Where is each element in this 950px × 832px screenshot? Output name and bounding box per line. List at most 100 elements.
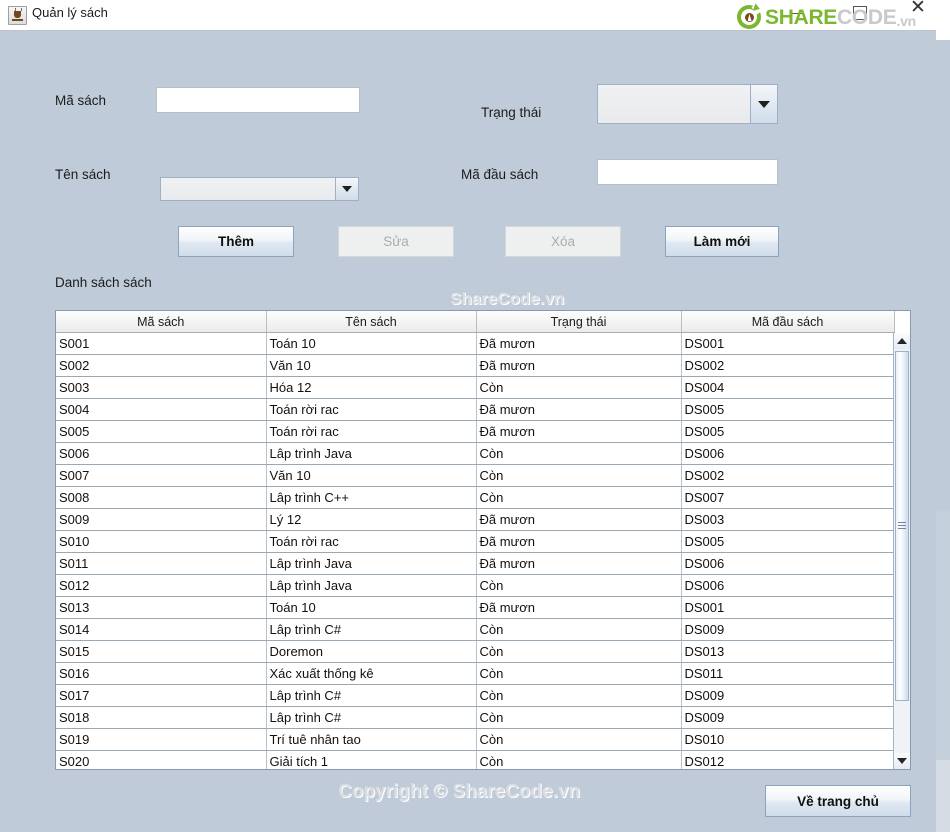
table-cell[interactable]: S012 (56, 574, 267, 597)
column-header-trang-thai[interactable]: Trạng thái (476, 311, 682, 333)
ma-dau-sach-input-wrap[interactable] (597, 159, 778, 185)
table-cell[interactable]: Văn 10 (266, 354, 477, 377)
table-row[interactable]: S018 Lâp trình C# Còn DS009 (56, 706, 895, 729)
table-cell[interactable]: S007 (56, 464, 267, 487)
them-button[interactable]: Thêm (178, 226, 294, 257)
column-header-ma-sach[interactable]: Mã sách (56, 311, 267, 333)
table-cell[interactable]: Còn (476, 640, 682, 663)
table-cell[interactable]: Lâp trình Java (266, 442, 477, 465)
book-table[interactable]: Mã sách Tên sách Trạng thái Mã đầu sách … (55, 310, 911, 770)
table-cell[interactable]: DS002 (681, 354, 895, 377)
table-cell[interactable]: Văn 10 (266, 464, 477, 487)
ten-sach-combobox[interactable] (160, 177, 359, 201)
table-row[interactable]: S004 Toán rời rac Đã mươn DS005 (56, 398, 895, 421)
table-cell[interactable]: S003 (56, 376, 267, 399)
column-header-ma-dau-sach[interactable]: Mã đầu sách (681, 311, 895, 333)
table-cell[interactable]: S013 (56, 596, 267, 619)
table-cell[interactable]: Xác xuất thống kê (266, 662, 477, 685)
table-cell[interactable]: Toán rời rac (266, 530, 477, 553)
table-cell[interactable]: Toán 10 (266, 596, 477, 619)
table-cell[interactable]: Lâp trình C# (266, 706, 477, 729)
table-cell[interactable]: Đã mươn (476, 398, 682, 421)
table-cell[interactable]: S020 (56, 750, 267, 769)
table-cell[interactable]: DS007 (681, 486, 895, 509)
table-cell[interactable]: Còn (476, 486, 682, 509)
table-cell[interactable]: DS006 (681, 552, 895, 575)
maximize-button[interactable] (853, 6, 867, 20)
lam-moi-button[interactable]: Làm mới (665, 226, 779, 257)
table-cell[interactable]: DS006 (681, 442, 895, 465)
table-cell[interactable]: Lý 12 (266, 508, 477, 531)
table-cell[interactable]: Đã mươn (476, 420, 682, 443)
table-cell[interactable]: S006 (56, 442, 267, 465)
table-row[interactable]: S012 Lâp trình Java Còn DS006 (56, 574, 895, 597)
table-cell[interactable]: S004 (56, 398, 267, 421)
ve-trang-chu-button[interactable]: Về trang chủ (765, 785, 911, 817)
table-cell[interactable]: S019 (56, 728, 267, 751)
table-cell[interactable]: S017 (56, 684, 267, 707)
table-cell[interactable]: DS005 (681, 420, 895, 443)
minimize-button[interactable] (790, 6, 803, 14)
table-vertical-scrollbar[interactable] (893, 333, 910, 769)
table-cell[interactable]: DS013 (681, 640, 895, 663)
table-row[interactable]: S010 Toán rời rac Đã mươn DS005 (56, 530, 895, 553)
table-cell[interactable]: Lâp trình C# (266, 618, 477, 641)
table-cell[interactable]: Đã mươn (476, 354, 682, 377)
sua-button[interactable]: Sửa (338, 226, 454, 257)
table-cell[interactable]: S015 (56, 640, 267, 663)
table-cell[interactable]: S001 (56, 332, 267, 355)
table-cell[interactable]: S011 (56, 552, 267, 575)
table-cell[interactable]: Đã mươn (476, 332, 682, 355)
table-cell[interactable]: DS011 (681, 662, 895, 685)
scroll-up-button[interactable] (894, 333, 910, 349)
table-cell[interactable]: Còn (476, 574, 682, 597)
table-cell[interactable]: DS006 (681, 574, 895, 597)
ten-sach-dropdown-button[interactable] (336, 178, 358, 200)
table-cell[interactable]: S010 (56, 530, 267, 553)
table-cell[interactable]: S009 (56, 508, 267, 531)
table-row[interactable]: S013 Toán 10 Đã mươn DS001 (56, 596, 895, 619)
table-cell[interactable]: DS009 (681, 706, 895, 729)
table-cell[interactable]: Doremon (266, 640, 477, 663)
table-row[interactable]: S006 Lâp trình Java Còn DS006 (56, 442, 895, 465)
table-cell[interactable]: Đã mươn (476, 552, 682, 575)
table-cell[interactable]: Còn (476, 684, 682, 707)
table-cell[interactable]: Toán rời rac (266, 420, 477, 443)
table-cell[interactable]: DS010 (681, 728, 895, 751)
table-cell[interactable]: Lâp trình C# (266, 684, 477, 707)
table-row[interactable]: S020 Giải tích 1 Còn DS012 (56, 750, 895, 769)
table-cell[interactable]: Lâp trình C++ (266, 486, 477, 509)
table-cell[interactable]: Lâp trình Java (266, 552, 477, 575)
table-row[interactable]: S009 Lý 12 Đã mươn DS003 (56, 508, 895, 531)
trang-thai-combobox[interactable] (597, 84, 778, 124)
table-cell[interactable]: Còn (476, 662, 682, 685)
table-cell[interactable]: DS009 (681, 618, 895, 641)
table-cell[interactable]: Hóa 12 (266, 376, 477, 399)
column-header-ten-sach[interactable]: Tên sách (266, 311, 477, 333)
table-cell[interactable]: DS001 (681, 596, 895, 619)
table-cell[interactable]: Còn (476, 464, 682, 487)
table-cell[interactable]: Còn (476, 728, 682, 751)
table-cell[interactable]: DS005 (681, 530, 895, 553)
table-cell[interactable]: S016 (56, 662, 267, 685)
trang-thai-dropdown-button[interactable] (751, 85, 777, 123)
table-cell[interactable]: Còn (476, 442, 682, 465)
table-cell[interactable]: Đã mươn (476, 596, 682, 619)
close-button[interactable]: ✕ (910, 0, 926, 17)
table-cell[interactable]: DS009 (681, 684, 895, 707)
table-cell[interactable]: S005 (56, 420, 267, 443)
table-row[interactable]: S003 Hóa 12 Còn DS004 (56, 376, 895, 399)
table-cell[interactable]: Lâp trình Java (266, 574, 477, 597)
table-cell[interactable]: Còn (476, 376, 682, 399)
table-cell[interactable]: Đã mươn (476, 530, 682, 553)
table-cell[interactable]: Đã mươn (476, 508, 682, 531)
table-row[interactable]: S016 Xác xuất thống kê Còn DS011 (56, 662, 895, 685)
table-row[interactable]: S014 Lâp trình C# Còn DS009 (56, 618, 895, 641)
table-row[interactable]: S005 Toán rời rac Đã mươn DS005 (56, 420, 895, 443)
table-row[interactable]: S007 Văn 10 Còn DS002 (56, 464, 895, 487)
table-cell[interactable]: DS005 (681, 398, 895, 421)
table-row[interactable]: S011 Lâp trình Java Đã mươn DS006 (56, 552, 895, 575)
table-cell[interactable]: DS002 (681, 464, 895, 487)
table-cell[interactable]: DS001 (681, 332, 895, 355)
table-row[interactable]: S019 Trí tuê nhân tao Còn DS010 (56, 728, 895, 751)
